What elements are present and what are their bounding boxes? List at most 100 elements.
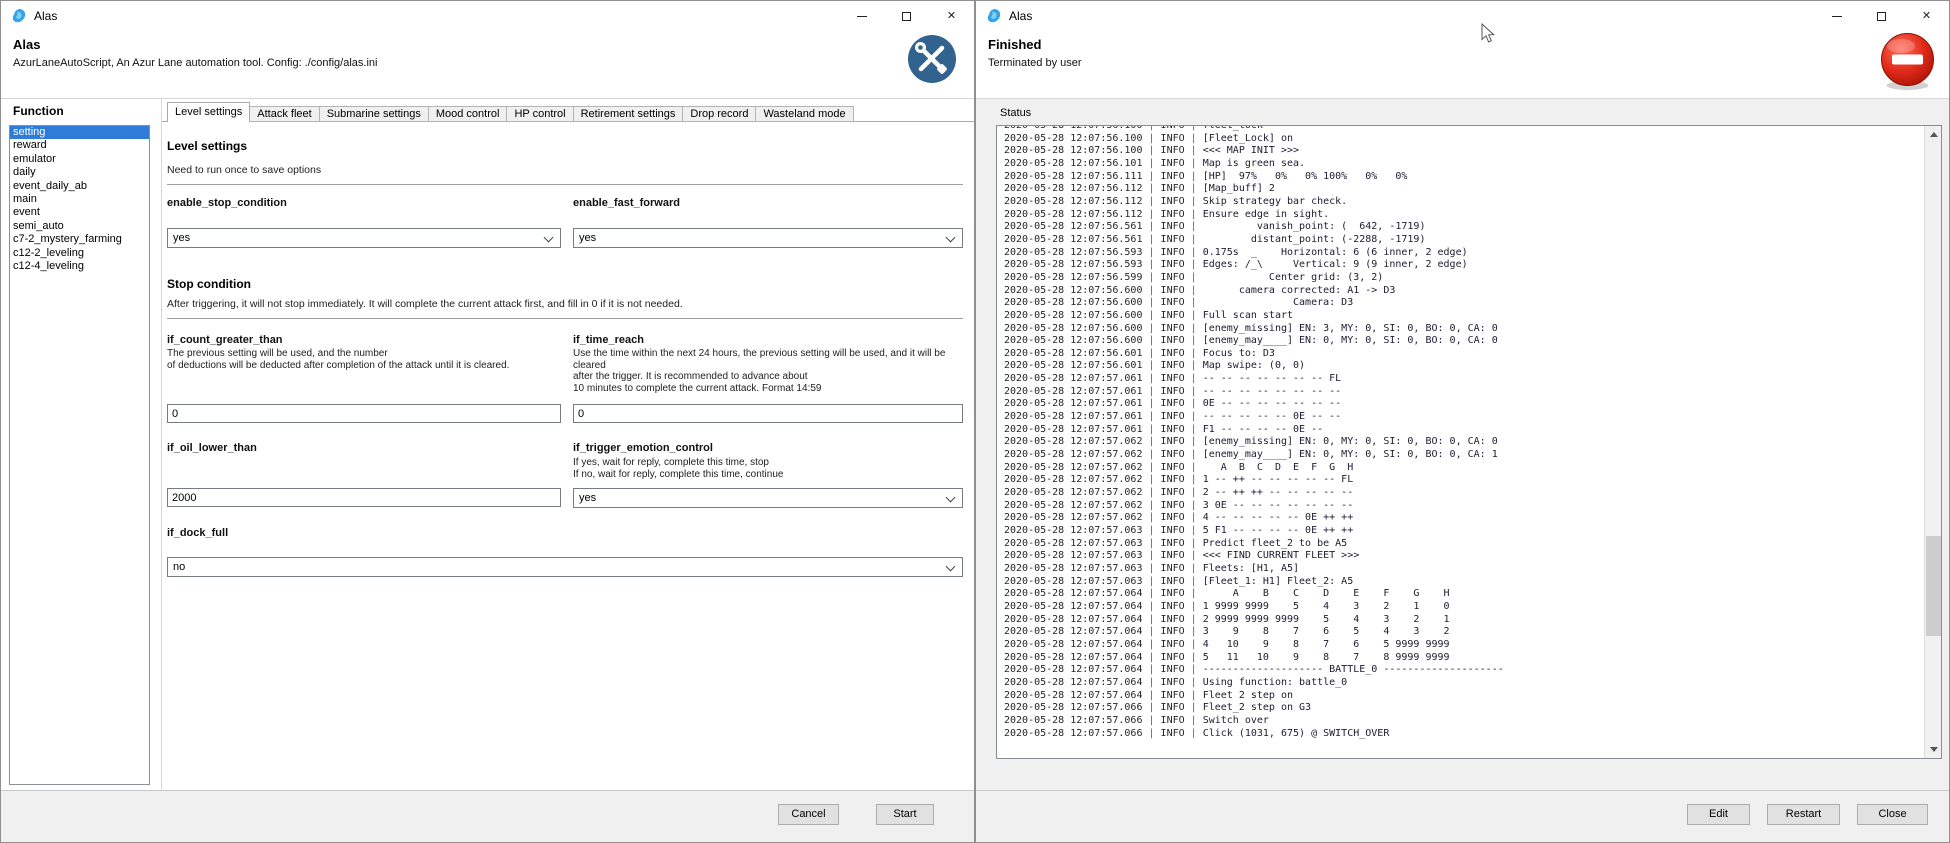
log-viewport: 2020-05-28 12:07:56.100 | INFO | fleet_l… xyxy=(996,125,1942,759)
maximize-button[interactable] xyxy=(884,1,929,31)
tab-drop-record[interactable]: Drop record xyxy=(683,106,756,122)
log-line: 2020-05-28 12:07:57.063 | INFO | <<< FIN… xyxy=(1004,550,1923,563)
tab-level-settings[interactable]: Level settings xyxy=(167,102,250,122)
function-item-c12-4_leveling[interactable]: c12-4_leveling xyxy=(10,260,149,273)
function-item-c7-2_mystery_farming[interactable]: c7-2_mystery_farming xyxy=(10,233,149,246)
minimize-button[interactable] xyxy=(839,1,884,31)
log-line: 2020-05-28 12:07:56.561 | INFO | vanish_… xyxy=(1004,221,1923,234)
close-button[interactable]: ✕ xyxy=(929,1,974,31)
log-line: 2020-05-28 12:07:57.064 | INFO | 2 9999 … xyxy=(1004,614,1923,627)
log-line: 2020-05-28 12:07:57.064 | INFO | 3 9 8 7… xyxy=(1004,626,1923,639)
minimize-button[interactable] xyxy=(1814,1,1859,31)
titlebar[interactable]: Alas ✕ xyxy=(976,1,1949,31)
enable-fast-forward-select[interactable]: yes xyxy=(573,228,963,248)
function-panel-label: Function xyxy=(13,104,64,118)
function-item-semi_auto[interactable]: semi_auto xyxy=(10,220,149,233)
log-line: 2020-05-28 12:07:57.064 | INFO | 5 11 10… xyxy=(1004,652,1923,665)
if-oil-lower-than-input[interactable] xyxy=(167,488,561,507)
window-title: Alas xyxy=(34,9,57,23)
function-list[interactable]: settingrewardemulatordailyevent_daily_ab… xyxy=(9,125,150,785)
log-line: 2020-05-28 12:07:57.063 | INFO | Fleets:… xyxy=(1004,563,1923,576)
if-time-reach-desc: Use the time within the next 24 hours, t… xyxy=(573,348,971,394)
log-line: 2020-05-28 12:07:56.112 | INFO | [Map_bu… xyxy=(1004,183,1923,196)
log-line: 2020-05-28 12:07:56.112 | INFO | Skip st… xyxy=(1004,196,1923,209)
chevron-down-icon xyxy=(946,562,956,572)
tab-hp-control[interactable]: HP control xyxy=(507,106,573,122)
log-line: 2020-05-28 12:07:57.066 | INFO | Click (… xyxy=(1004,728,1923,741)
edit-button[interactable]: Edit xyxy=(1687,804,1750,825)
tools-icon xyxy=(907,34,957,84)
function-item-reward[interactable]: reward xyxy=(10,139,149,152)
tab-retirement-settings[interactable]: Retirement settings xyxy=(574,106,684,122)
tab-mood-control[interactable]: Mood control xyxy=(429,106,508,122)
scroll-down-button[interactable] xyxy=(1925,741,1942,758)
minimize-icon xyxy=(1832,16,1842,17)
stop-sign-icon xyxy=(1879,32,1936,91)
log-line: 2020-05-28 12:07:57.061 | INFO | -- -- -… xyxy=(1004,373,1923,386)
log-line: 2020-05-28 12:07:57.061 | INFO | -- -- -… xyxy=(1004,411,1923,424)
log-line: 2020-05-28 12:07:56.601 | INFO | Map swi… xyxy=(1004,360,1923,373)
log-line: 2020-05-28 12:07:57.066 | INFO | Fleet_2… xyxy=(1004,702,1923,715)
maximize-icon xyxy=(902,12,911,21)
arrow-up-icon xyxy=(1930,132,1938,137)
page-title: Alas xyxy=(13,37,40,52)
screen: Alas ✕ Alas AzurLaneAutoScript, An Azur … xyxy=(0,0,1950,843)
maximize-button[interactable] xyxy=(1859,1,1904,31)
footer-bar: Edit Restart Close xyxy=(976,790,1949,842)
close-button[interactable]: ✕ xyxy=(1904,1,1949,31)
footer-bar: Cancel Start xyxy=(1,790,974,842)
function-item-daily[interactable]: daily xyxy=(10,166,149,179)
cancel-button[interactable]: Cancel xyxy=(778,804,839,825)
enable-fast-forward-value: yes xyxy=(579,232,596,244)
log-line: 2020-05-28 12:07:56.600 | INFO | [enemy_… xyxy=(1004,335,1923,348)
chevron-down-icon xyxy=(946,233,956,243)
scroll-up-button[interactable] xyxy=(1925,126,1942,143)
divider xyxy=(167,318,963,319)
if-trigger-emotion-control-value: yes xyxy=(579,492,596,504)
tab-submarine-settings[interactable]: Submarine settings xyxy=(320,106,429,122)
function-item-setting[interactable]: setting xyxy=(10,126,149,139)
restart-button[interactable]: Restart xyxy=(1767,804,1840,825)
tab-strip: Level settingsAttack fleetSubmarine sett… xyxy=(167,102,854,122)
close-window-button[interactable]: Close xyxy=(1857,804,1928,825)
status-subtitle: Terminated by user xyxy=(988,57,1082,69)
field-label-enable-stop-condition: enable_stop_condition xyxy=(167,197,287,209)
log-line: 2020-05-28 12:07:57.062 | INFO | [enemy_… xyxy=(1004,436,1923,449)
if-dock-full-select[interactable]: no xyxy=(167,557,963,577)
log-line: 2020-05-28 12:07:57.063 | INFO | [Fleet_… xyxy=(1004,576,1923,589)
section-heading: Level settings xyxy=(167,139,247,153)
if-trigger-emotion-control-select[interactable]: yes xyxy=(573,488,963,508)
log-line: 2020-05-28 12:07:56.600 | INFO | camera … xyxy=(1004,285,1923,298)
if-trigger-emotion-control-desc: If yes, wait for reply, complete this ti… xyxy=(573,457,971,480)
log-scrollbar[interactable] xyxy=(1924,126,1941,758)
log-line: 2020-05-28 12:07:56.111 | INFO | [HP] 97… xyxy=(1004,171,1923,184)
tab-attack-fleet[interactable]: Attack fleet xyxy=(250,106,319,122)
window-settings: Alas ✕ Alas AzurLaneAutoScript, An Azur … xyxy=(0,0,975,843)
close-icon: ✕ xyxy=(1922,11,1931,22)
function-item-event[interactable]: event xyxy=(10,206,149,219)
sidebar-divider xyxy=(161,98,162,792)
log-line: 2020-05-28 12:07:57.061 | INFO | -- -- -… xyxy=(1004,386,1923,399)
close-icon: ✕ xyxy=(947,11,956,22)
field-label-enable-fast-forward: enable_fast_forward xyxy=(573,197,680,209)
function-item-emulator[interactable]: emulator xyxy=(10,153,149,166)
titlebar[interactable]: Alas ✕ xyxy=(1,1,974,31)
if-time-reach-input[interactable] xyxy=(573,404,963,423)
log-line: 2020-05-28 12:07:56.100 | INFO | <<< MAP… xyxy=(1004,145,1923,158)
status-label: Status xyxy=(1000,107,1031,119)
stop-condition-desc: After triggering, it will not stop immed… xyxy=(167,298,683,310)
field-label-if-oil-lower-than: if_oil_lower_than xyxy=(167,442,257,454)
enable-stop-condition-select[interactable]: yes xyxy=(167,228,561,248)
function-item-event_daily_ab[interactable]: event_daily_ab xyxy=(10,180,149,193)
alas-logo-icon xyxy=(11,8,27,24)
arrow-down-icon xyxy=(1930,747,1938,752)
start-button[interactable]: Start xyxy=(876,804,934,825)
log-line: 2020-05-28 12:07:57.061 | INFO | 0E -- -… xyxy=(1004,398,1923,411)
tab-wasteland-mode[interactable]: Wasteland mode xyxy=(756,106,853,122)
function-item-c12-2_leveling[interactable]: c12-2_leveling xyxy=(10,247,149,260)
scrollbar-thumb[interactable] xyxy=(1926,536,1941,636)
if-count-greater-than-input[interactable] xyxy=(167,404,561,423)
function-item-main[interactable]: main xyxy=(10,193,149,206)
log-line: 2020-05-28 12:07:57.062 | INFO | A B C D… xyxy=(1004,462,1923,475)
log-line: 2020-05-28 12:07:57.063 | INFO | 5 F1 --… xyxy=(1004,525,1923,538)
